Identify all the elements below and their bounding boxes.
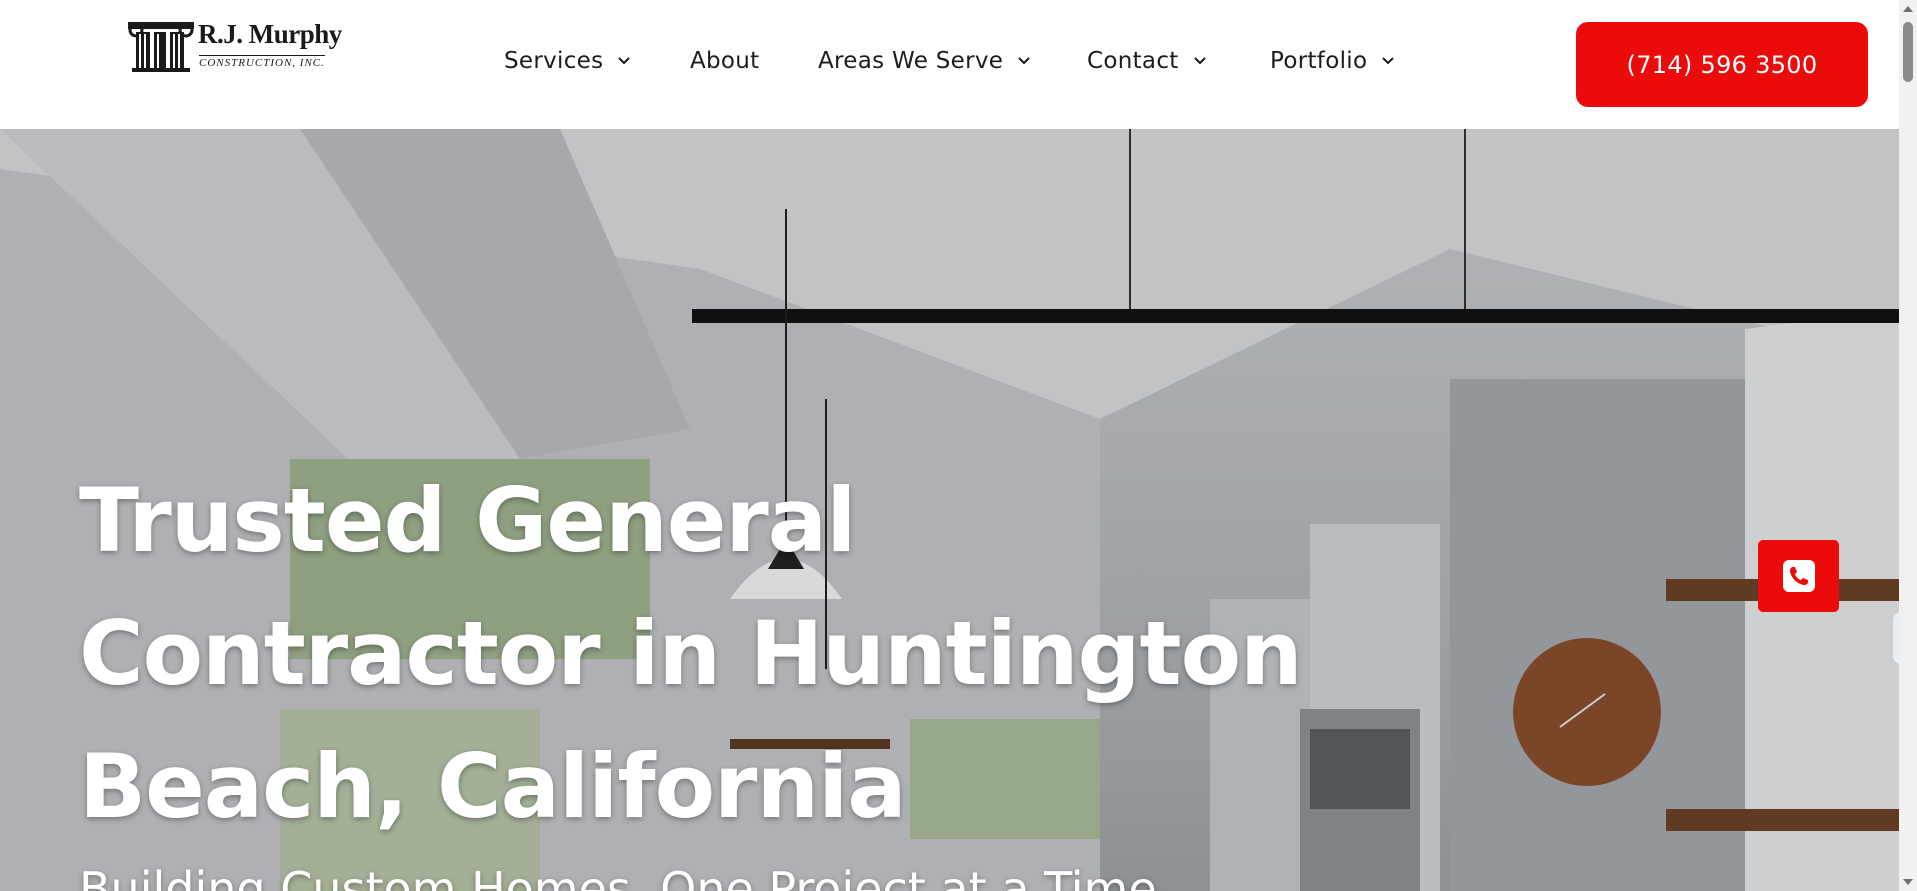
chevron-down-icon xyxy=(1018,57,1030,65)
nav-item-about[interactable]: About xyxy=(690,48,760,74)
nav-item-label: Portfolio xyxy=(1270,48,1368,74)
scroll-up-arrow-icon[interactable] xyxy=(1903,6,1913,12)
phone-icon xyxy=(1782,560,1815,592)
nav-item-areas-we-serve[interactable]: Areas We Serve xyxy=(818,48,1031,74)
logo-name: R.J. Murphy xyxy=(198,19,342,49)
chevron-down-icon xyxy=(1193,57,1206,65)
nav-item-label: About xyxy=(690,48,760,74)
logo-subtitle: CONSTRUCTION, INC. xyxy=(199,55,325,69)
page-scrollbar[interactable] xyxy=(1899,0,1917,891)
nav-item-portfolio[interactable]: Portfolio xyxy=(1270,48,1395,74)
column-logo-icon xyxy=(128,22,194,72)
company-logo[interactable]: R.J. Murphy CONSTRUCTION, INC. xyxy=(128,18,342,74)
phone-number-button[interactable]: (714) 596 3500 xyxy=(1576,22,1868,107)
hero-title: Trusted General Contractor in Huntington… xyxy=(79,469,1303,838)
hero-subtitle: Building Custom Homes, One Project at a … xyxy=(79,862,1157,891)
hero-section: Trusted General Contractor in Huntington… xyxy=(0,129,1899,891)
floating-call-button[interactable] xyxy=(1758,540,1839,612)
nav-item-label: Services xyxy=(504,48,604,74)
scroll-down-arrow-icon[interactable] xyxy=(1903,879,1913,885)
nav-item-label: Areas We Serve xyxy=(818,48,1004,74)
nav-item-services[interactable]: Services xyxy=(504,48,631,74)
nav-item-contact[interactable]: Contact xyxy=(1087,48,1207,74)
chevron-down-icon xyxy=(618,57,631,65)
chevron-down-icon xyxy=(1382,57,1395,65)
site-header: R.J. Murphy CONSTRUCTION, INC. Services … xyxy=(0,0,1899,129)
nav-item-label: Contact xyxy=(1087,48,1179,74)
scrollbar-thumb[interactable] xyxy=(1903,22,1913,82)
